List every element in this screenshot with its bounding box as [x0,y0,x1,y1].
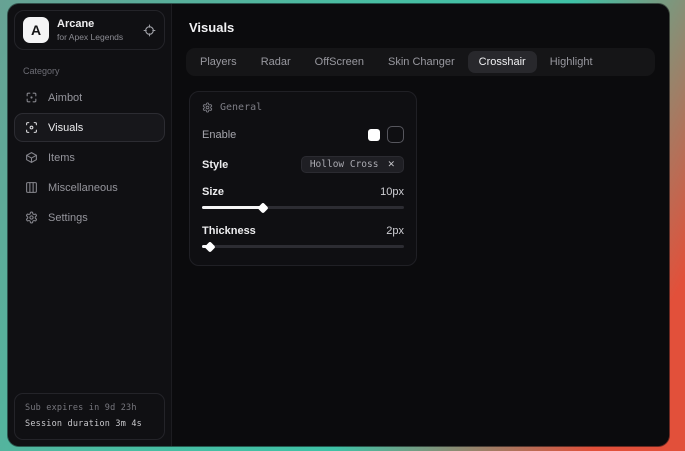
brand-subtitle: for Apex Legends [57,32,135,43]
style-select-chip[interactable]: Hollow Cross ✕ [301,156,404,173]
brand-name: Arcane [57,18,135,32]
target-icon[interactable] [143,24,156,37]
sidebar-item-items[interactable]: Items [14,143,165,172]
category-label: Category [23,66,156,76]
eye-scan-icon [25,121,38,134]
style-label: Style [202,159,228,171]
tab-skin-changer[interactable]: Skin Changer [377,51,466,73]
size-slider-thumb[interactable] [257,202,268,213]
size-value: 10px [380,186,404,198]
style-clear-icon[interactable]: ✕ [387,159,395,170]
tab-players[interactable]: Players [189,51,248,73]
layout-grid-icon [25,181,38,194]
sidebar: A Arcane for Apex Legends Category [8,4,172,446]
thickness-value: 2px [386,225,404,237]
tab-highlight[interactable]: Highlight [539,51,604,73]
thickness-row: Thickness 2px [202,225,404,237]
brand-card: A Arcane for Apex Legends [14,10,165,50]
style-selected-value: Hollow Cross [310,159,379,170]
tab-radar[interactable]: Radar [250,51,302,73]
sidebar-item-label: Miscellaneous [48,182,118,194]
sidebar-item-visuals[interactable]: Visuals [14,113,165,142]
general-gear-icon [202,102,213,113]
size-row: Size 10px [202,186,404,198]
thickness-slider-fill [202,245,210,248]
visuals-tabbar: Players Radar OffScreen Skin Changer Cro… [186,48,655,76]
gear-icon [25,211,38,224]
style-row: Style Hollow Cross ✕ [202,156,404,173]
size-label: Size [202,186,224,198]
main-content: Visuals Players Radar OffScreen Skin Cha… [172,4,669,446]
thickness-slider-track [202,245,404,248]
enable-keybind-box[interactable] [387,126,404,143]
sidebar-item-label: Aimbot [48,92,82,104]
thickness-slider[interactable] [202,242,404,251]
enable-checkbox[interactable] [368,129,380,141]
general-panel: General Enable Style Hollow Cross ✕ [189,91,417,266]
panel-header-label: General [220,102,262,113]
sidebar-item-label: Visuals [48,122,83,134]
size-slider[interactable] [202,203,404,212]
tab-crosshair[interactable]: Crosshair [468,51,537,73]
app-window: A Arcane for Apex Legends Category [8,4,669,446]
session-duration-text: Session duration 3m 4s [25,417,154,432]
sidebar-item-miscellaneous[interactable]: Miscellaneous [14,173,165,202]
subscription-status-card: Sub expires in 9d 23h Session duration 3… [14,393,165,440]
sub-expires-text: Sub expires in 9d 23h [25,401,154,416]
panel-header: General [202,102,404,113]
tab-offscreen[interactable]: OffScreen [304,51,375,73]
thickness-slider-thumb[interactable] [204,241,215,252]
package-box-icon [25,151,38,164]
size-slider-fill [202,206,263,209]
sidebar-item-settings[interactable]: Settings [14,203,165,232]
sidebar-item-aimbot[interactable]: Aimbot [14,83,165,112]
enable-label: Enable [202,129,236,141]
sidebar-item-label: Settings [48,212,88,224]
thickness-label: Thickness [202,225,256,237]
enable-controls [368,126,404,143]
enable-row: Enable [202,126,404,143]
sidebar-item-label: Items [48,152,75,164]
app-logo: A [23,17,49,43]
page-title: Visuals [189,20,655,35]
sidebar-nav: Aimbot Visuals Items [14,83,165,232]
crosshair-frame-icon [25,91,38,104]
brand-text: Arcane for Apex Legends [57,18,135,42]
